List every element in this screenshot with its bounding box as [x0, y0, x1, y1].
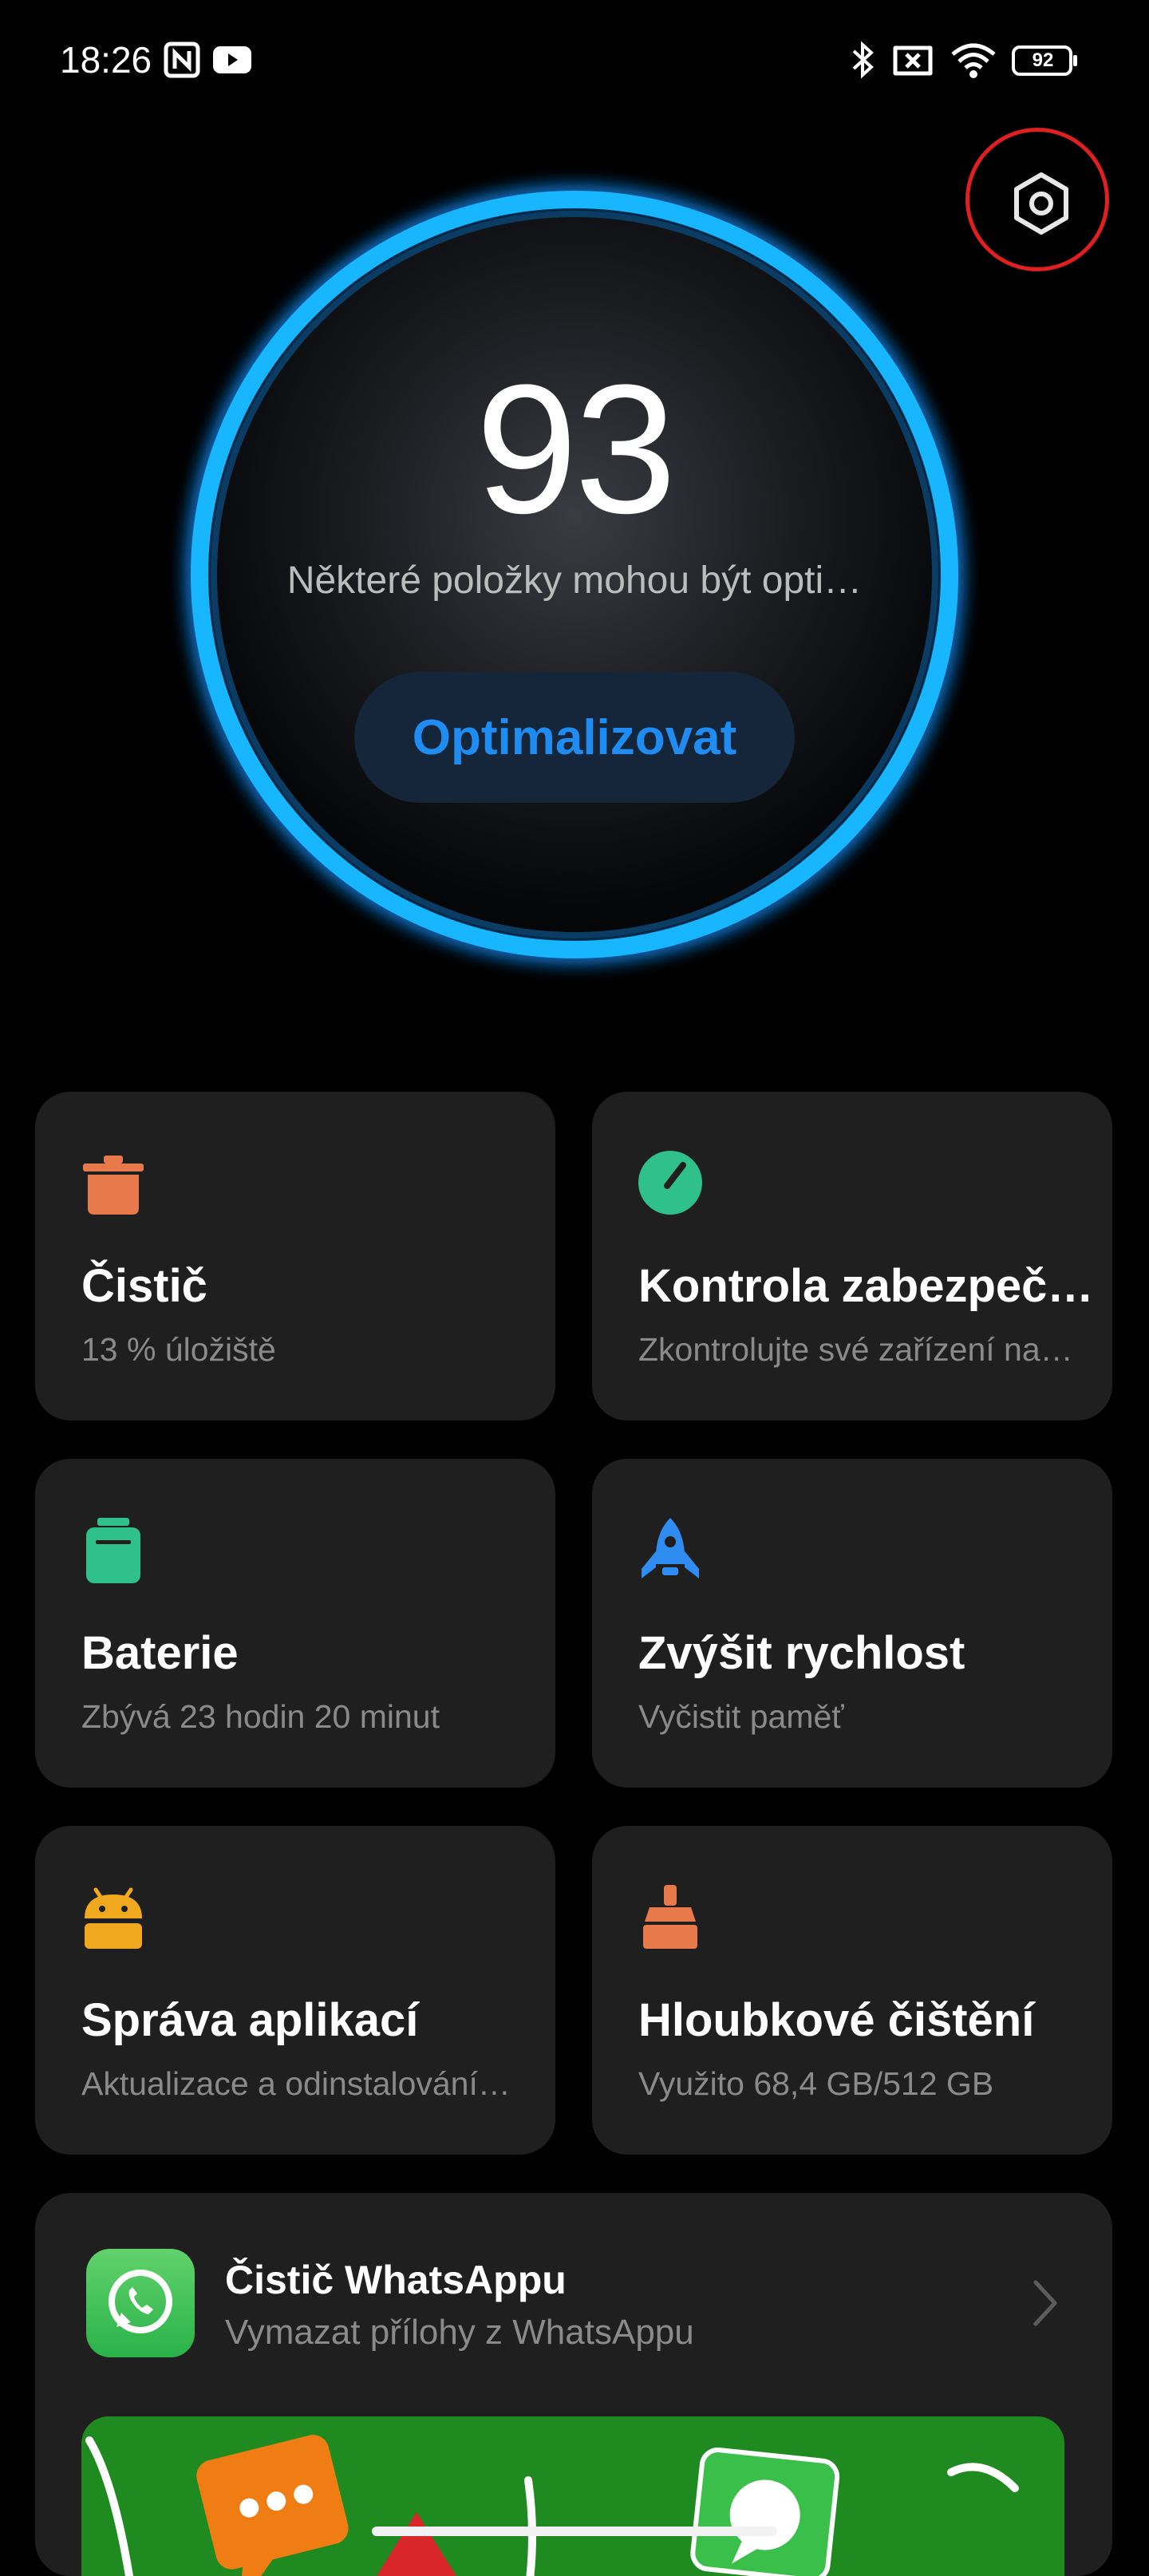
whatsapp-banner[interactable]	[81, 2416, 1064, 2576]
battery-level: 92	[1032, 49, 1054, 71]
settings-button[interactable]	[965, 128, 1109, 271]
card-subtitle: Vyčistit paměť	[638, 1698, 844, 1735]
card-subtitle: Zkontrolujte své zařízení na…	[638, 1331, 1073, 1368]
card-title: Zvýšit rychlost	[638, 1627, 965, 1679]
card-app-management[interactable]: Správa aplikací Aktualizace a odinstalov…	[35, 1826, 555, 2155]
rocket-icon	[642, 1518, 699, 1578]
security-icon	[638, 1151, 702, 1215]
card-subtitle: 13 % úložiště	[81, 1331, 276, 1368]
card-subtitle: Aktualizace a odinstalování…	[81, 2065, 511, 2102]
card-security-check[interactable]: Kontrola zabezpeč… Zkontrolujte své zaří…	[592, 1092, 1112, 1420]
no-sim-icon	[893, 45, 933, 76]
brush-icon	[643, 1885, 697, 1949]
trash-icon	[83, 1156, 144, 1215]
card-deep-clean[interactable]: Hloubkové čištění Využito 68,4 GB/512 GB	[592, 1826, 1112, 2155]
card-subtitle: Zbývá 23 hodin 20 minut	[81, 1698, 440, 1735]
status-bar: 18:26 92	[0, 0, 1149, 120]
whatsapp-cleaner-subtitle: Vymazat přílohy z WhatsAppu	[225, 2313, 694, 2352]
whatsapp-icon	[86, 2249, 195, 2357]
card-title: Čistič	[81, 1260, 207, 1312]
card-title: Správa aplikací	[81, 1994, 419, 2046]
battery-icon	[86, 1518, 140, 1583]
card-title: Hloubkové čištění	[638, 1994, 1035, 2046]
whatsapp-cleaner-card[interactable]: Čistič WhatsAppu Vymazat přílohy z Whats…	[35, 2193, 1112, 2576]
score-value: 93	[476, 346, 677, 551]
wifi-icon	[951, 43, 996, 78]
card-title: Baterie	[81, 1627, 239, 1679]
card-title: Kontrola zabezpeč…	[638, 1260, 1094, 1312]
card-speed-boost[interactable]: Zvýšit rychlost Vyčistit paměť	[592, 1459, 1112, 1788]
optimize-button[interactable]: Optimalizovat	[354, 672, 795, 803]
card-battery[interactable]: Baterie Zbývá 23 hodin 20 minut	[35, 1459, 555, 1788]
whatsapp-cleaner-title: Čistič WhatsAppu	[225, 2258, 567, 2302]
home-indicator[interactable]	[372, 2527, 777, 2536]
card-cleaner[interactable]: Čistič 13 % úložiště	[35, 1092, 555, 1420]
status-time: 18:26	[60, 39, 152, 81]
youtube-icon	[213, 46, 251, 73]
score-subtitle: Některé položky mohou být opti…	[286, 559, 863, 602]
banner-illustration	[85, 2435, 1019, 2576]
android-icon	[85, 1887, 142, 1949]
chevron-right-icon	[1033, 2280, 1057, 2326]
bluetooth-icon	[852, 41, 874, 79]
nfc-icon	[164, 41, 200, 78]
gear-icon	[1014, 172, 1068, 235]
card-subtitle: Využito 68,4 GB/512 GB	[638, 2065, 994, 2102]
battery-icon: 92	[1012, 45, 1079, 77]
